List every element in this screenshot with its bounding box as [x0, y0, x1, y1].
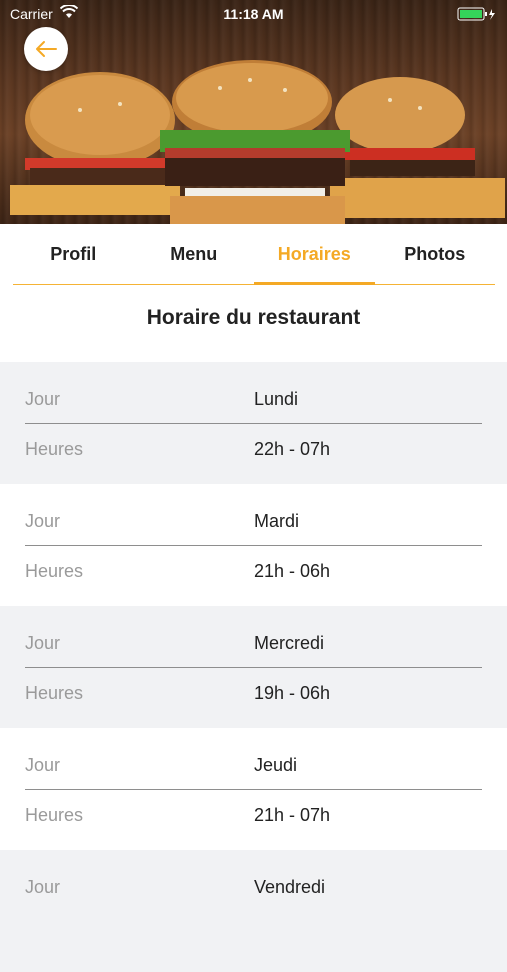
schedule-item: Jour Jeudi Heures 21h - 07h: [0, 728, 507, 850]
hours-label: Heures: [25, 683, 84, 703]
battery-icon: [457, 7, 497, 24]
day-value: Mardi: [254, 511, 300, 531]
day-value: Vendredi: [254, 877, 326, 897]
divider: [25, 667, 482, 668]
day-value: Jeudi: [254, 755, 298, 775]
hours-value: 22h - 07h: [254, 439, 331, 459]
back-button[interactable]: [24, 27, 68, 71]
divider: [25, 423, 482, 424]
divider: [25, 789, 482, 790]
schedule-item: Jour Vendredi: [0, 850, 507, 972]
schedule-item: Jour Mercredi Heures 19h - 06h: [0, 606, 507, 728]
schedule-list: Jour Lundi Heures 22h - 07h Jour Mardi H…: [0, 362, 507, 972]
day-label: Jour: [25, 511, 61, 531]
tab-profil[interactable]: Profil: [13, 230, 134, 284]
arrow-left-icon: [36, 41, 57, 57]
divider: [25, 545, 482, 546]
hours-label: Heures: [25, 561, 84, 581]
hours-label: Heures: [25, 805, 84, 825]
tab-photos[interactable]: Photos: [375, 230, 496, 284]
hours-value: 21h - 06h: [254, 561, 331, 581]
tab-horaires[interactable]: Horaires: [254, 230, 375, 285]
day-label: Jour: [25, 755, 61, 775]
tab-bar: Profil Menu Horaires Photos: [13, 230, 495, 285]
burgers-illustration: [10, 60, 505, 224]
hours-value: 21h - 07h: [254, 805, 331, 825]
hours-value: 19h - 06h: [254, 683, 331, 703]
schedule-item: Jour Mardi Heures 21h - 06h: [0, 484, 507, 606]
schedule-item: Jour Lundi Heures 22h - 07h: [0, 362, 507, 484]
status-bar: Carrier 11:18 AM: [0, 0, 507, 28]
day-label: Jour: [25, 389, 61, 409]
day-value: Lundi: [254, 389, 299, 409]
day-label: Jour: [25, 877, 61, 897]
section-title: Horaire du restaurant: [146, 306, 361, 329]
day-value: Mercredi: [254, 633, 325, 653]
day-label: Jour: [25, 633, 61, 653]
tab-menu[interactable]: Menu: [134, 230, 255, 284]
hours-label: Heures: [25, 439, 84, 459]
status-time: 11:18 AM: [223, 6, 284, 22]
hero-image: Carrier 11:18 AM: [0, 0, 507, 224]
